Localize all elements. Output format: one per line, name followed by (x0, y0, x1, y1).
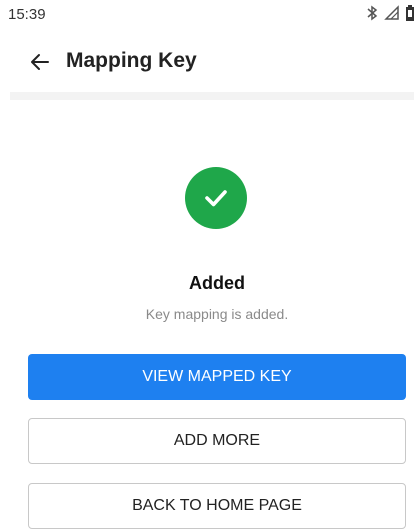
check-circle-icon (185, 167, 247, 229)
result-message: Key mapping is added. (145, 306, 289, 322)
status-time: 15:39 (8, 6, 46, 23)
view-mapped-key-button[interactable]: VIEW MAPPED KEY (28, 354, 406, 400)
header-divider (10, 92, 414, 100)
page-title: Mapping Key (66, 49, 197, 72)
add-more-button[interactable]: ADD MORE (28, 418, 406, 464)
status-icons (366, 5, 414, 21)
signal-icon (384, 5, 400, 21)
bluetooth-icon (366, 5, 378, 21)
status-bar: 15:39 (0, 0, 414, 34)
battery-icon (406, 5, 414, 21)
app-bar: Mapping Key (0, 34, 414, 92)
arrow-left-icon[interactable] (28, 50, 52, 74)
result-title: Added (189, 273, 245, 293)
back-to-home-button[interactable]: BACK TO HOME PAGE (28, 483, 406, 529)
